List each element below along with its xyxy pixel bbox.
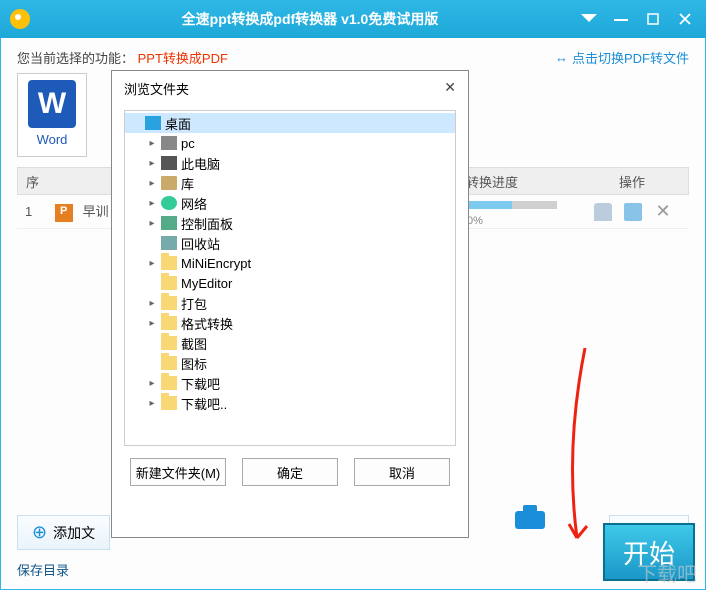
folder-icon bbox=[161, 276, 177, 290]
expand-icon[interactable]: ▸ bbox=[147, 138, 157, 149]
ppt-file-icon bbox=[55, 204, 73, 222]
start-label: 开始 bbox=[623, 534, 675, 571]
maximize-icon[interactable] bbox=[644, 10, 662, 28]
pc-icon bbox=[161, 136, 177, 150]
tree-node-label: 控制面板 bbox=[181, 214, 233, 233]
tree-node[interactable]: 桌面 bbox=[125, 113, 455, 133]
minimize-icon[interactable] bbox=[612, 10, 630, 28]
current-function: 您当前选择的功能： PPT转换成PDF bbox=[17, 48, 228, 67]
dropdown-icon[interactable] bbox=[580, 10, 598, 28]
folder-icon bbox=[161, 316, 177, 330]
tree-node[interactable]: ▸ 网络 bbox=[125, 193, 455, 213]
browse-folder-dialog: 浏览文件夹 ✕ 桌面▸pc▸此电脑▸库▸网络▸控制面板回收站▸MiNiEncry… bbox=[111, 70, 469, 538]
expand-icon[interactable]: ▸ bbox=[147, 198, 157, 209]
tree-node[interactable]: ▸ pc bbox=[125, 133, 455, 153]
swap-icon: ↔ bbox=[555, 50, 568, 65]
expand-icon[interactable]: ▸ bbox=[147, 398, 157, 409]
word-icon: W bbox=[28, 80, 76, 128]
expand-icon[interactable]: ▸ bbox=[147, 378, 157, 389]
tree-node-label: MiNiEncrypt bbox=[181, 256, 251, 271]
plus-icon: ⊕ bbox=[32, 522, 47, 543]
tree-node[interactable]: ▸库 bbox=[125, 173, 455, 193]
tree-node[interactable]: ▸ 控制面板 bbox=[125, 213, 455, 233]
switch-pdf-link[interactable]: ↔ 点击切换PDF转文件 bbox=[555, 48, 689, 67]
folder-icon bbox=[161, 256, 177, 270]
cancel-button[interactable]: 取消 bbox=[354, 458, 450, 486]
row-ops: ✕ bbox=[569, 203, 689, 221]
word-mode-card[interactable]: W Word bbox=[17, 73, 87, 157]
ok-button[interactable]: 确定 bbox=[242, 458, 338, 486]
folder-icon bbox=[161, 356, 177, 370]
open-folder-icon[interactable] bbox=[624, 203, 642, 221]
expand-icon[interactable]: ▸ bbox=[147, 318, 157, 329]
add-file-button[interactable]: ⊕ 添加文 bbox=[17, 515, 110, 550]
tree-node-label: 回收站 bbox=[181, 234, 220, 253]
row-index: 1 bbox=[17, 204, 47, 219]
tree-node[interactable]: ▸ MiNiEncrypt bbox=[125, 253, 455, 273]
tree-node-label: 下载吧.. bbox=[181, 394, 227, 413]
folder-icon bbox=[161, 376, 177, 390]
row-filename-text: 早训 bbox=[83, 204, 109, 219]
current-mode: PPT转换成PDF bbox=[138, 51, 228, 66]
cpl-icon bbox=[161, 216, 177, 230]
switch-link-label: 点击切换PDF转文件 bbox=[572, 48, 689, 67]
expand-icon[interactable]: ▸ bbox=[147, 258, 157, 269]
tree-node[interactable]: 图标 bbox=[125, 353, 455, 373]
tree-node[interactable]: ▸ 打包 bbox=[125, 293, 455, 313]
expand-icon[interactable]: ▸ bbox=[147, 298, 157, 309]
comp-icon bbox=[161, 156, 177, 170]
lib-icon bbox=[161, 176, 177, 190]
net-icon bbox=[161, 196, 177, 210]
progress-bar bbox=[467, 201, 557, 209]
close-icon[interactable] bbox=[676, 10, 694, 28]
tree-node[interactable]: MyEditor bbox=[125, 273, 455, 293]
folder-tree[interactable]: 桌面▸pc▸此电脑▸库▸网络▸控制面板回收站▸MiNiEncryptMyEdit… bbox=[124, 110, 456, 446]
tree-node-label: 网络 bbox=[181, 194, 207, 213]
current-function-label: 您当前选择的功能： bbox=[17, 51, 134, 66]
row-progress: 0% bbox=[459, 197, 569, 227]
tree-node-label: 库 bbox=[181, 174, 194, 193]
tree-node-label: 图标 bbox=[181, 354, 207, 373]
dialog-close-icon[interactable]: ✕ bbox=[444, 79, 456, 98]
expand-icon[interactable]: ▸ bbox=[147, 158, 157, 169]
tree-node-label: 此电脑 bbox=[181, 154, 220, 173]
remove-row-icon[interactable]: ✕ bbox=[654, 203, 672, 221]
new-folder-button[interactable]: 新建文件夹(M) bbox=[130, 458, 226, 486]
desktop-icon bbox=[145, 116, 161, 130]
start-button[interactable]: 开始 bbox=[603, 523, 695, 581]
tree-node-label: 桌面 bbox=[165, 114, 191, 133]
folder-icon bbox=[161, 336, 177, 350]
tree-node[interactable]: 截图 bbox=[125, 333, 455, 353]
folder-icon bbox=[161, 296, 177, 310]
expand-icon[interactable]: ▸ bbox=[147, 218, 157, 229]
col-progress: 转换进度 bbox=[458, 172, 568, 191]
expand-icon[interactable]: ▸ bbox=[147, 178, 157, 189]
tree-node[interactable]: 回收站 bbox=[125, 233, 455, 253]
tree-node[interactable]: ▸ 格式转换 bbox=[125, 313, 455, 333]
tree-node-label: 下载吧 bbox=[181, 374, 220, 393]
tree-node-label: 打包 bbox=[181, 294, 207, 313]
tree-node-label: pc bbox=[181, 136, 195, 151]
tree-node[interactable]: ▸ 下载吧 bbox=[125, 373, 455, 393]
col-ops: 操作 bbox=[568, 172, 688, 191]
progress-text: 0% bbox=[467, 215, 483, 227]
recycle-icon bbox=[161, 236, 177, 250]
tree-node-label: MyEditor bbox=[181, 276, 232, 291]
word-card-label: Word bbox=[18, 132, 86, 147]
app-logo-icon bbox=[10, 9, 30, 29]
preview-icon[interactable] bbox=[594, 203, 612, 221]
tree-node-label: 格式转换 bbox=[181, 314, 233, 333]
disk-icon[interactable] bbox=[515, 511, 545, 529]
tree-node[interactable]: ▸ 此电脑 bbox=[125, 153, 455, 173]
tree-node[interactable]: ▸ 下载吧.. bbox=[125, 393, 455, 413]
col-seq: 序 bbox=[18, 172, 48, 191]
dialog-title: 浏览文件夹 bbox=[124, 79, 189, 98]
titlebar: 全速ppt转换成pdf转换器 v1.0免费试用版 bbox=[0, 0, 706, 38]
folder-icon bbox=[161, 396, 177, 410]
window-controls bbox=[580, 10, 706, 28]
save-path-label: 保存目录 bbox=[17, 560, 689, 579]
add-file-label: 添加文 bbox=[53, 523, 95, 543]
tree-node-label: 截图 bbox=[181, 334, 207, 353]
app-title: 全速ppt转换成pdf转换器 v1.0免费试用版 bbox=[40, 9, 580, 29]
